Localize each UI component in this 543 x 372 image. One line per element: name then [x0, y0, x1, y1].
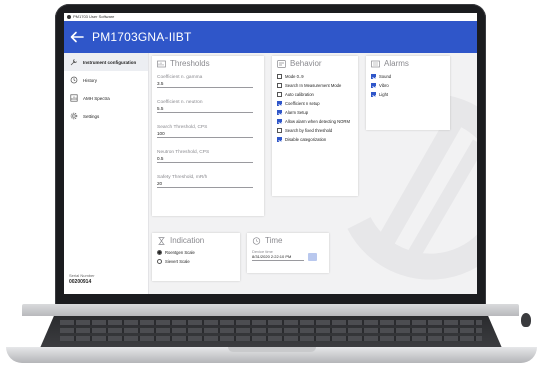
threshold-field[interactable]: Coefficient n. gamma 3.5 — [157, 75, 259, 88]
stylus — [521, 313, 531, 327]
sidebar-item-amh-spectra[interactable]: AMH Spectra — [64, 89, 148, 107]
threshold-field[interactable]: Neutron Threshold, CPS 0.5 — [157, 150, 259, 163]
sidebar-item-label: History — [83, 77, 98, 83]
checkbox[interactable] — [277, 74, 282, 79]
alarms-panel: Alarms Sound Vibro Light — [366, 56, 450, 130]
laptop-notch — [228, 347, 316, 352]
main-content: Thresholds Coefficient n. gamma 3.5 Coef… — [149, 53, 477, 294]
behavior-option[interactable]: Search In Measurement Mode — [277, 83, 353, 88]
neutron-threshold-input[interactable]: 0.5 — [157, 156, 253, 163]
alarm-option[interactable]: Vibro — [371, 83, 445, 88]
threshold-field[interactable]: Safety Threshold, mR/h 20 — [157, 175, 259, 188]
history-icon — [70, 76, 78, 84]
indication-title: Indication — [170, 236, 205, 245]
checkbox-checked[interactable] — [277, 101, 282, 106]
window-title: PM1703 User Software — [73, 14, 115, 19]
sidebar-item-label: AMH Spectra — [83, 95, 110, 101]
checkbox-checked[interactable] — [277, 137, 282, 142]
app-window: PM1703 User Software PM1703GNA-IIBT Inst… — [64, 13, 477, 294]
indication-option[interactable]: Sievert Scale — [157, 259, 235, 264]
behavior-option[interactable]: Allow alarm when detecting NORM — [277, 119, 353, 124]
device-time-value: 8/31/2020 2:22:10 PM — [252, 254, 304, 261]
laptop-keyboard — [40, 316, 502, 348]
page-title: PM1703GNA-IIBT — [92, 30, 192, 44]
sidebar-item-history[interactable]: History — [64, 71, 148, 89]
gamma-coefficient-input[interactable]: 3.5 — [157, 81, 253, 88]
checkbox-checked[interactable] — [371, 83, 376, 88]
back-arrow-icon[interactable] — [70, 30, 84, 44]
indication-panel: Indication Roentgen Scale Sievert Scale — [152, 233, 240, 281]
indication-option[interactable]: Roentgen Scale — [157, 250, 235, 255]
behavior-option[interactable]: Coefficient n setup — [277, 101, 353, 106]
behavior-option[interactable]: Auto calibration — [277, 92, 353, 97]
threshold-field[interactable]: Coefficient n. neutron 5.5 — [157, 100, 259, 113]
threshold-meter-icon — [157, 60, 166, 68]
sidebar-item-instrument-configuration[interactable]: Instrument configuration — [64, 53, 148, 71]
checkbox[interactable] — [277, 83, 282, 88]
thresholds-title: Thresholds — [170, 59, 210, 68]
thresholds-panel: Thresholds Coefficient n. gamma 3.5 Coef… — [152, 56, 264, 216]
behavior-option[interactable]: Alarm Setup — [277, 110, 353, 115]
checkbox-checked[interactable] — [371, 74, 376, 79]
sidebar: Instrument configuration History AMH Spe… — [64, 53, 149, 294]
serial-number-block: Serial Number 00200914 — [69, 273, 95, 285]
behavior-title: Behavior — [290, 59, 322, 68]
checkbox-checked[interactable] — [277, 119, 282, 124]
time-title: Time — [265, 236, 283, 245]
threshold-field[interactable]: Search Threshold, CPS 100 — [157, 125, 259, 138]
checkbox[interactable] — [277, 128, 282, 133]
alarms-title: Alarms — [384, 59, 409, 68]
alarm-option[interactable]: Light — [371, 92, 445, 97]
behavior-option[interactable]: Mode 0..9 — [277, 74, 353, 79]
app-logo-icon — [67, 15, 71, 19]
app-header: PM1703GNA-IIBT — [64, 21, 477, 53]
alarm-panel-icon — [371, 60, 380, 68]
time-panel: Time Device time 8/31/2020 2:22:10 PM — [247, 233, 329, 273]
checkbox[interactable] — [277, 92, 282, 97]
behavior-panel: Behavior Mode 0..9 Search In Measurement… — [272, 56, 358, 196]
radio[interactable] — [157, 259, 162, 264]
serial-number-value: 00200914 — [69, 279, 92, 285]
gear-icon — [70, 112, 78, 120]
sidebar-item-label: Instrument configuration — [83, 59, 137, 65]
checkbox-checked[interactable] — [371, 92, 376, 97]
serial-number-label: Serial Number — [69, 273, 95, 278]
alarm-option[interactable]: Sound — [371, 74, 445, 79]
neutron-coefficient-input[interactable]: 5.5 — [157, 106, 253, 113]
clock-icon — [252, 236, 261, 245]
sync-time-button[interactable] — [308, 253, 317, 261]
laptop-hinge — [22, 304, 519, 316]
behavior-option[interactable]: Search by fixed threshold — [277, 128, 353, 133]
hourglass-icon — [157, 236, 166, 245]
sidebar-item-label: Settings — [83, 113, 100, 119]
radio-selected[interactable] — [157, 250, 162, 255]
window-titlebar: PM1703 User Software — [64, 13, 477, 21]
behavior-option[interactable]: Disable categorization — [277, 137, 353, 142]
wrench-icon — [70, 58, 78, 66]
sidebar-item-settings[interactable]: Settings — [64, 107, 148, 125]
behavior-icon — [277, 59, 286, 68]
safety-threshold-input[interactable]: 20 — [157, 181, 253, 188]
search-threshold-input[interactable]: 100 — [157, 131, 253, 138]
spectrum-icon — [70, 94, 78, 102]
checkbox-checked[interactable] — [277, 110, 282, 115]
